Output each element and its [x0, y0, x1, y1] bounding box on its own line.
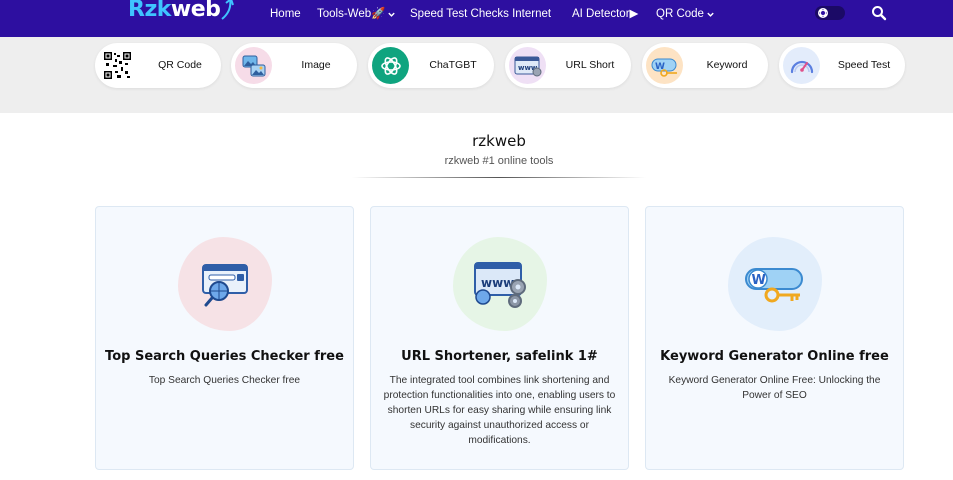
tool-pill-image[interactable]: Image — [231, 43, 357, 88]
card-title[interactable]: Keyword Generator Online free — [652, 349, 897, 364]
svg-text:www: www — [481, 276, 514, 290]
keyword-icon: W — [646, 47, 683, 84]
tool-card-search-queries[interactable]: Top Search Queries Checker free Top Sear… — [95, 206, 354, 470]
chevron-down-icon — [707, 12, 714, 17]
svg-text:W: W — [752, 273, 766, 288]
toggle-knob — [818, 8, 828, 18]
tool-pill-label: Image — [301, 59, 331, 71]
tool-pill-label: Keyword — [706, 59, 748, 71]
logo-part-2: web — [170, 0, 221, 22]
tool-pill-label: Speed Test — [837, 59, 891, 71]
card-description: Top Search Queries Checker free — [148, 375, 301, 386]
tool-pill-url-short[interactable]: www URL Short — [505, 43, 631, 88]
chatgpt-icon — [372, 47, 409, 84]
site-logo[interactable]: Rzkweb — [128, 0, 234, 23]
sun-icon — [819, 9, 827, 17]
logo-swoosh-icon — [221, 0, 234, 20]
tool-pill-keyword[interactable]: W Keyword — [642, 43, 768, 88]
theme-toggle[interactable] — [815, 6, 845, 20]
tool-pill-qr-code[interactable]: QR Code — [95, 43, 221, 88]
card-description: Keyword Generator Online Free: Unlocking… — [668, 375, 881, 401]
nav-qr-code-label: QR Code — [656, 8, 704, 20]
nav-qr-code[interactable]: QR Code — [656, 6, 715, 22]
nav-speed-test[interactable]: Speed Test Checks Internet — [410, 6, 551, 22]
page-title: rzkweb — [472, 132, 526, 150]
www-gear-icon: www — [453, 237, 547, 331]
nav-home[interactable]: Home — [270, 6, 301, 22]
tool-pill-label: ChaTGBT — [429, 59, 477, 71]
title-divider — [352, 177, 646, 178]
chevron-down-icon — [388, 12, 396, 17]
card-title[interactable]: Top Search Queries Checker free — [102, 349, 347, 364]
speedometer-icon — [783, 47, 820, 84]
search-queries-icon — [178, 237, 272, 331]
nav-ai-detector-label: AI Detector▶ — [572, 8, 639, 20]
search-icon[interactable] — [871, 5, 887, 21]
logo-part-1: Rzk — [128, 0, 171, 22]
tool-card-keyword-generator[interactable]: W Keyword Generator Online free Keyword … — [645, 206, 904, 470]
card-description: The integrated tool combines link shorte… — [383, 375, 616, 446]
tool-card-url-shortener[interactable]: www URL Shortener, safelink 1# The integ… — [370, 206, 629, 470]
page-subtitle: rzkweb #1 online tools — [444, 155, 554, 167]
qr-code-icon — [99, 47, 136, 84]
nav-home-label: Home — [270, 8, 301, 20]
image-icon — [235, 47, 272, 84]
card-title[interactable]: URL Shortener, safelink 1# — [377, 349, 622, 364]
tool-pill-label: URL Short — [565, 59, 615, 71]
tool-pill-label: QR Code — [158, 59, 202, 71]
tools-strip: QR Code Image ChaTGBT www URL Short W Ke… — [0, 37, 953, 113]
nav-speed-test-label: Speed Test Checks Internet — [410, 8, 552, 20]
nav-ai-detector[interactable]: AI Detector▶ — [572, 6, 638, 22]
nav-tools-web[interactable]: Tools-Web🚀 — [317, 6, 396, 22]
tool-pill-speed-test[interactable]: Speed Test — [779, 43, 905, 88]
url-icon: www — [509, 47, 546, 84]
keyword-key-icon: W — [728, 237, 822, 331]
top-navbar: Rzkweb Home Tools-Web🚀 Speed Test Checks… — [0, 0, 953, 37]
nav-tools-web-label: Tools-Web🚀 — [317, 8, 386, 20]
tool-pill-chatgpt[interactable]: ChaTGBT — [368, 43, 494, 88]
